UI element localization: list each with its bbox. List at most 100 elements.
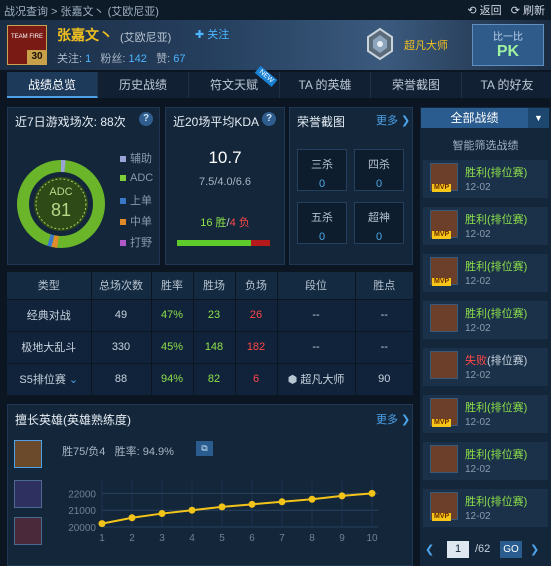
hero-avatar [430, 304, 458, 332]
prev-page-icon[interactable]: ❮ [425, 543, 434, 556]
all-matches-button[interactable]: 全部战绩 [421, 108, 528, 128]
legend-jungle: 打野 [120, 234, 152, 250]
mvp-badge: MVP [432, 419, 452, 427]
match-date: 12-02 [465, 511, 491, 522]
back-icon[interactable]: ⟲ [467, 5, 476, 17]
x-tick-label: 2 [129, 533, 135, 544]
x-tick-label: 10 [366, 533, 378, 544]
match-type: (排位赛) [487, 214, 528, 226]
kda-losses: 4 负 [229, 217, 250, 229]
pagination: ❮ 1 /62 GO ❯ [420, 540, 551, 562]
data-point [338, 492, 346, 500]
data-point [248, 500, 256, 508]
legend-top: 上单 [120, 192, 152, 208]
honor-more-link[interactable]: 更多 ❯ [376, 112, 410, 128]
refresh-icon[interactable]: ⟳ [511, 5, 520, 17]
tab-heroes[interactable]: TA 的英雄 [280, 72, 371, 98]
player-server: (艾欧尼亚) [120, 32, 172, 44]
tab-history[interactable]: 历史战绩 [98, 72, 189, 98]
refresh-link[interactable]: 刷新 [523, 5, 545, 17]
hero-more-link[interactable]: 更多 ❯ [376, 411, 410, 427]
kda-ratio-bar [177, 240, 270, 246]
list-item[interactable]: 胜利(排位赛) 12-02 [423, 442, 548, 480]
match-result: 胜利(排位赛) [465, 493, 527, 509]
tab-overview[interactable]: 战绩总览 [7, 72, 98, 98]
col-losses: 负场 [235, 272, 278, 299]
match-date: 12-02 [465, 370, 491, 381]
hero-title: 擅长英雄(英雄熟练度) [15, 413, 131, 427]
rank-emblem-icon: ⬢ [287, 374, 298, 387]
cell-type[interactable]: S5排位赛 ⌄ [7, 362, 92, 395]
cell-type: 极地大乱斗 [7, 330, 92, 363]
legendary-box: 超神 0 [354, 202, 404, 244]
x-tick-label: 1 [99, 533, 105, 544]
triple-kill-label: 三杀 [311, 159, 333, 171]
chevron-down-icon[interactable]: ▼ [528, 108, 549, 128]
tab-runes[interactable]: 符文天赋 NEW [189, 65, 280, 98]
help-icon[interactable]: ? [262, 112, 276, 126]
cell-total: 88 [91, 362, 152, 395]
help-icon[interactable]: ? [139, 112, 153, 126]
pk-button[interactable]: 比一比 PK [472, 24, 544, 66]
games-7d-title: 近7日游戏场次: 88次 [15, 115, 126, 129]
x-tick-label: 8 [309, 533, 315, 544]
result-label: 胜利 [465, 167, 487, 179]
legend-mid-label: 中单 [130, 216, 152, 228]
cell-losses: 182 [235, 330, 278, 363]
list-item[interactable]: 失败(排位赛) 12-02 [423, 348, 548, 386]
legendary-value: 0 [375, 231, 383, 243]
tab-friends[interactable]: TA 的好友 [462, 72, 551, 98]
cell-losses: 6 [235, 362, 278, 395]
legend-support-label: 辅助 [130, 153, 152, 165]
match-date: 12-02 [465, 276, 491, 287]
legend-adc-label: ADC [130, 172, 154, 184]
match-result: 失败(排位赛) [465, 352, 527, 368]
x-tick-label: 9 [339, 533, 345, 544]
list-item[interactable]: 胜利(排位赛) 12-02 [423, 301, 548, 339]
list-item[interactable]: MVP 胜利(排位赛) 12-02 [423, 489, 548, 527]
result-label: 胜利 [465, 214, 487, 226]
legend-mid: 中单 [120, 213, 152, 229]
pk-small-label: 比一比 [493, 32, 523, 43]
list-item[interactable]: MVP 胜利(排位赛) 12-02 [423, 160, 548, 198]
hero-thumb[interactable] [14, 440, 42, 468]
data-point [158, 510, 166, 518]
hero-more-label: 更多 [376, 414, 398, 426]
social-stats: 关注: 1 粉丝: 142 赞: 67 [57, 50, 185, 66]
tab-honor[interactable]: 荣誉截图 [371, 72, 462, 98]
smart-filter-link[interactable]: 智能筛选战绩 [420, 137, 551, 153]
cell-points: -- [355, 298, 413, 331]
cell-total: 330 [91, 330, 152, 363]
hero-thumb[interactable] [14, 480, 42, 508]
list-item[interactable]: MVP 胜利(排位赛) 12-02 [423, 207, 548, 245]
hero-record: 胜75/负4 [62, 446, 106, 458]
follow-button[interactable]: ✚ 关注 [195, 26, 229, 42]
hero-winrate: 胜率: 94.9% [114, 446, 174, 458]
cell-wins: 148 [193, 330, 236, 363]
go-button[interactable]: GO [500, 541, 522, 558]
hero-thumb[interactable] [14, 517, 42, 545]
fans-count: 142 [128, 53, 147, 65]
data-point [188, 506, 196, 514]
table-row: 经典对战 49 47% 23 26 -- -- [7, 298, 413, 331]
match-date: 12-02 [465, 323, 491, 334]
result-label: 失败 [465, 355, 487, 367]
main-tabs: 战绩总览 历史战绩 符文天赋 NEW TA 的英雄 荣誉截图 TA 的好友 [7, 65, 551, 98]
match-result: 胜利(排位赛) [465, 399, 527, 415]
match-type: (排位赛) [487, 355, 528, 367]
y-tick-label: 21000 [68, 506, 96, 517]
data-point [278, 498, 286, 506]
list-item[interactable]: MVP 胜利(排位赛) 12-02 [423, 395, 548, 433]
cell-tier: -- [277, 298, 356, 331]
copy-icon[interactable]: ⧉ [196, 441, 213, 456]
list-item[interactable]: MVP 胜利(排位赛) 12-02 [423, 254, 548, 292]
next-page-icon[interactable]: ❯ [530, 543, 539, 556]
chevron-down-icon[interactable]: ⌄ [69, 374, 78, 386]
y-tick-label: 20000 [68, 523, 96, 534]
level-badge: 30 [27, 50, 47, 64]
fans-label: 粉丝: [100, 53, 126, 65]
cell-points: -- [355, 330, 413, 363]
cell-winrate: 94% [151, 362, 194, 395]
back-link[interactable]: 返回 [480, 5, 502, 17]
page-input[interactable]: 1 [447, 541, 469, 558]
